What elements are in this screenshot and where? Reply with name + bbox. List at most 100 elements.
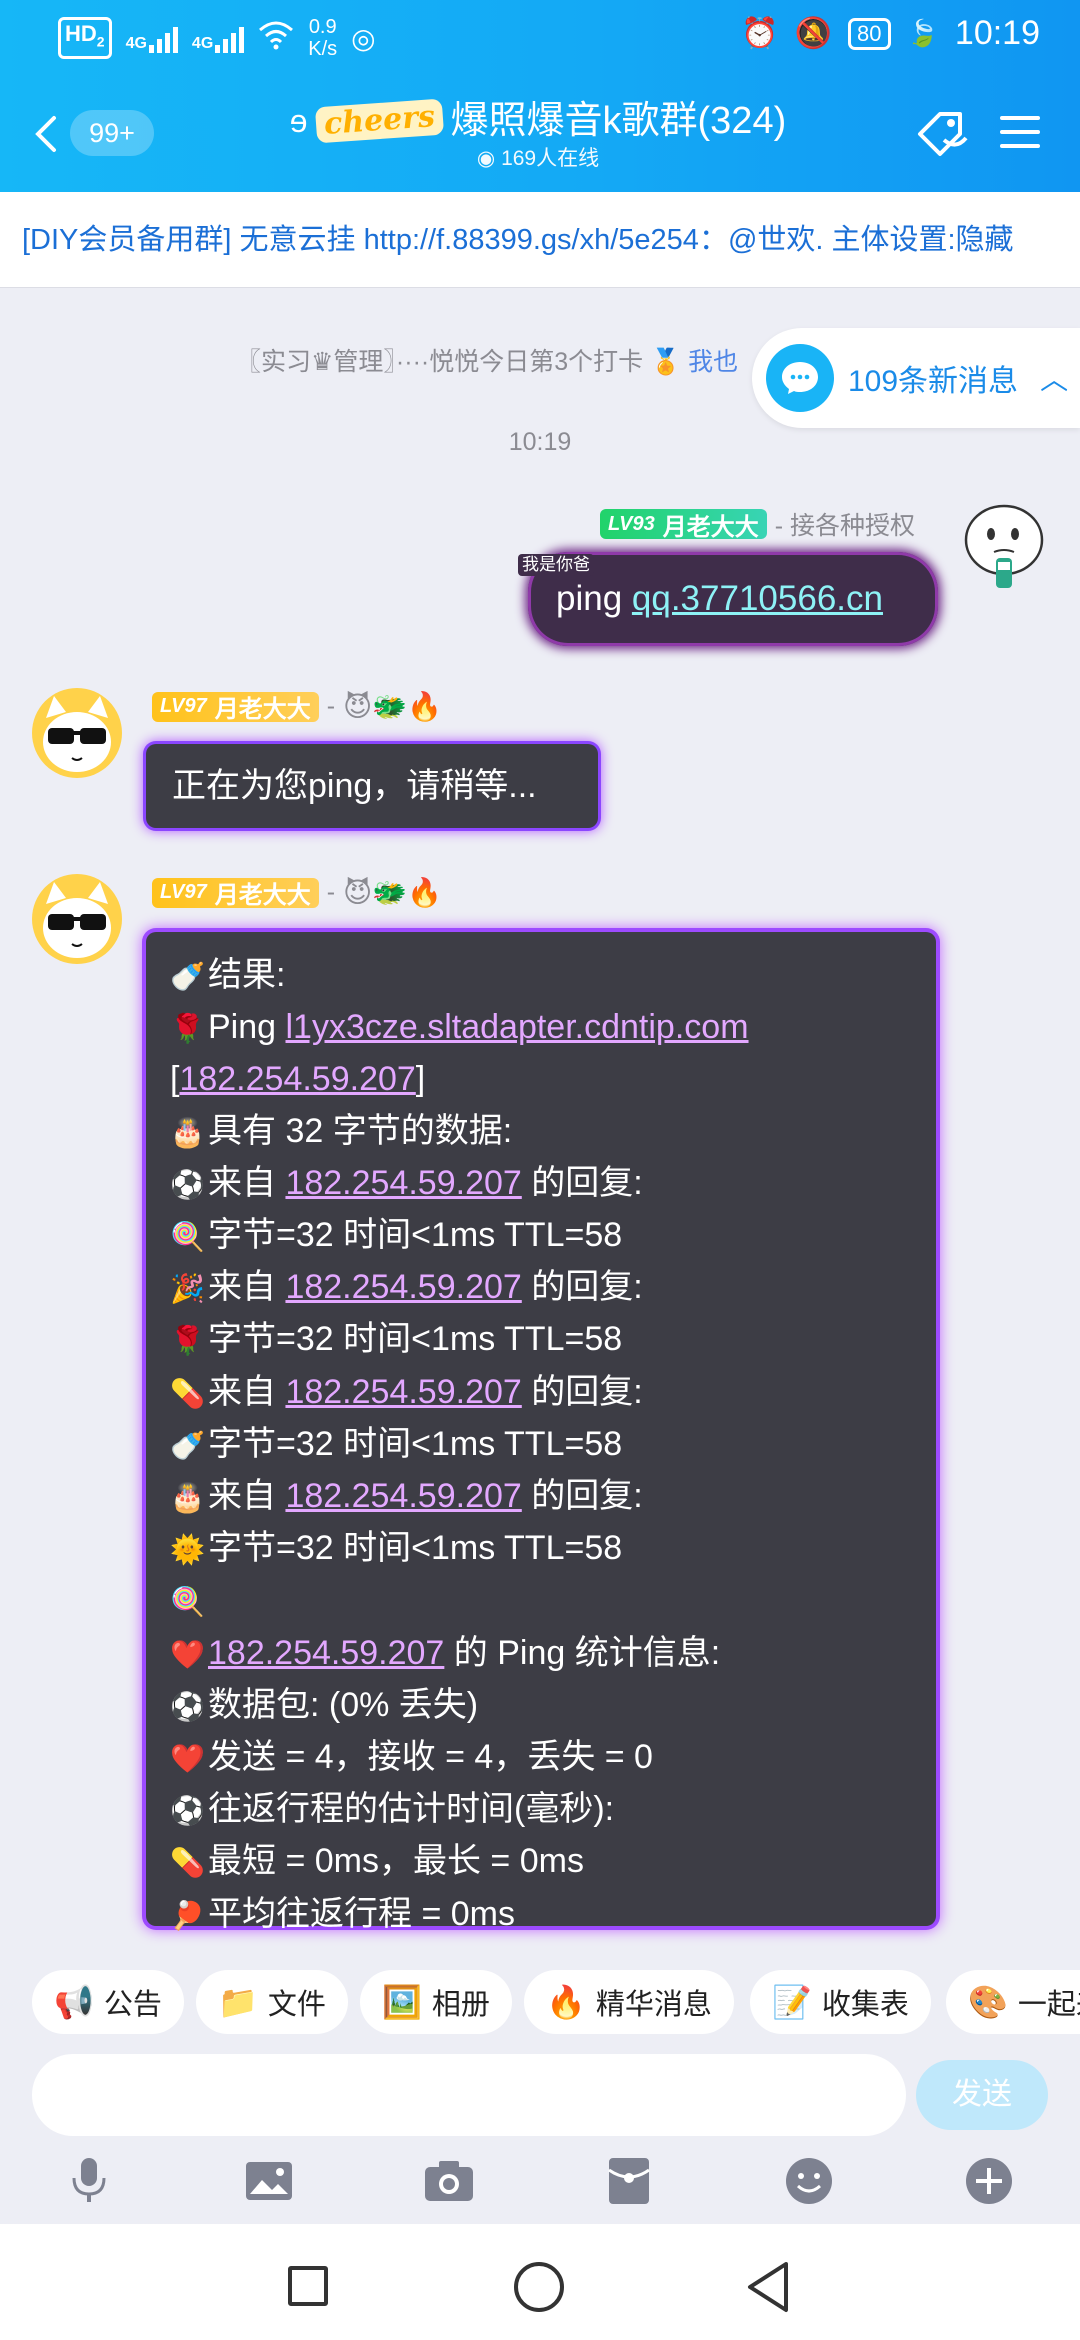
line-emoji-icon: ❤️ — [170, 1638, 205, 1670]
send-button[interactable]: 发送 — [916, 2060, 1048, 2130]
title-area[interactable]: ɘ cheers 爆照爆音k歌群(324) ◉ 169人在线 — [228, 96, 848, 172]
status-bar: HD2 4G 4G 0.9 K/s ◎ ⏰ 🔕 80 🍃 10:19 — [0, 0, 1080, 80]
notice-link[interactable]: 我也 — [688, 348, 738, 376]
chip-label: 一起来 — [1017, 1989, 1080, 2021]
back-chevron-icon[interactable] — [34, 114, 58, 161]
line-emoji-icon: ⚽ — [170, 1168, 205, 1200]
result-line: 🎉来自 182.254.59.207 的回复: — [170, 1262, 936, 1314]
bubble-tag: 我是你爸 — [518, 554, 594, 576]
toolbar-chip[interactable]: 📝 收集表 — [750, 1970, 931, 2034]
tag-link-icon[interactable] — [914, 110, 972, 160]
chip-icon: 🖼️ — [382, 1984, 422, 2020]
line-text: Ping — [208, 1008, 286, 1047]
line-text: 结果: — [208, 956, 286, 994]
result-line: ❤️182.254.59.207 的 Ping 统计信息: — [170, 1628, 936, 1680]
chip-icon: 🔥 — [546, 1984, 586, 2020]
top-header: HD2 4G 4G 0.9K/s ◎ ⏰ 🔕 80 🍃 10:19 99+ ɘ — [0, 0, 1080, 192]
result-line: ⚽来自 182.254.59.207 的回复: — [170, 1158, 936, 1210]
battery-indicator: 80 — [848, 17, 891, 50]
signal-icon — [148, 23, 178, 53]
line-text: 具有 32 字节的数据: — [208, 1111, 513, 1150]
result-line: ❤️发送 = 4，接收 = 4，丢失 = 0 — [170, 1732, 936, 1784]
avatar[interactable] — [32, 688, 122, 778]
result-line: 💊来自 182.254.59.207 的回复: — [170, 1367, 936, 1419]
new-messages-count: 109条新消息 — [848, 365, 1019, 398]
line-text: 字节=32 时间<1ms TTL=58 — [208, 1424, 623, 1463]
group-title-row: ɘ cheers 爆照爆音k歌群(324) — [228, 96, 848, 146]
line-emoji-icon: 🍼 — [170, 1429, 205, 1461]
group-announcement[interactable]: [DIY会员备用群] 无意云挂 http://f.88399.gs/xh/5e2… — [0, 192, 1080, 288]
net-speed: 0.9 K/s — [308, 16, 338, 60]
result-line: 💊最短 = 0ms，最长 = 0ms — [170, 1836, 936, 1888]
line-text: 往返行程的估计时间(毫秒): — [208, 1790, 615, 1829]
line-link[interactable]: 182.254.59.207 — [285, 1164, 521, 1202]
result-line: 🍼结果: — [170, 950, 936, 1002]
message-input[interactable] — [32, 2054, 906, 2136]
avatar[interactable] — [962, 500, 1046, 596]
message-bubble[interactable]: 正在为您ping，请稍等... — [146, 744, 598, 828]
new-messages-pill[interactable]: 109条新消息 ︿ — [752, 328, 1080, 428]
mute-icon: 🔕 — [794, 17, 833, 50]
level-badge: LV97 月老大大 — [152, 877, 319, 909]
line-emoji-icon: ❤️ — [170, 1743, 205, 1775]
toolbar-chip[interactable]: 🖼️ 相册 — [360, 1970, 512, 2034]
line-text: 字节=32 时间<1ms TTL=58 — [208, 1216, 623, 1255]
line-text: 最短 = 0ms，最长 = 0ms — [208, 1842, 584, 1881]
unread-badge[interactable]: 99+ — [70, 110, 154, 156]
title-emojis: 😈🐲🔥 — [343, 691, 442, 722]
line-link[interactable]: 182.254.59.207 — [208, 1634, 444, 1672]
avatar[interactable] — [32, 874, 122, 964]
result-line: 🏓平均往返行程 = 0ms — [170, 1889, 936, 1941]
line-link[interactable]: 182.254.59.207 — [285, 1477, 521, 1515]
line-link[interactable]: 182.254.59.207 — [179, 1060, 415, 1098]
message-bubble[interactable]: 🍼结果: 🌹Ping l1yx3cze.sltadapter.cdntip.com… — [146, 932, 936, 1933]
line-text: 的 Ping 统计信息: — [444, 1633, 721, 1672]
group-title: 爆照爆音k歌群(324) — [450, 100, 787, 142]
toolbar-chip[interactable]: 🎨 一起来 — [946, 1970, 1080, 2034]
line-link[interactable]: l1yx3cze.sltadapter.cdntip.com — [286, 1008, 749, 1046]
toolbar-chip[interactable]: 📁 文件 — [196, 1970, 348, 2034]
line-emoji-icon: 🌞 — [170, 1534, 205, 1566]
home-button[interactable] — [514, 2262, 564, 2312]
line-text: 字节=32 时间<1ms TTL=58 — [208, 1320, 623, 1359]
cheers-logo: cheers — [314, 98, 444, 144]
chip-icon: 🎨 — [968, 1984, 1008, 2020]
line-emoji-icon: 🍭 — [170, 1221, 205, 1253]
chip-icon: 📁 — [218, 1984, 258, 2020]
chip-label: 文件 — [267, 1989, 326, 2021]
result-line: 🍭 — [170, 1575, 936, 1627]
image-icon[interactable] — [242, 2154, 296, 2208]
microphone-icon[interactable] — [62, 2154, 116, 2208]
chip-label: 公告 — [103, 1989, 162, 2021]
camera-icon[interactable] — [422, 2154, 476, 2208]
line-emoji-icon: ⚽ — [170, 1795, 205, 1827]
line-link[interactable]: 182.254.59.207 — [285, 1373, 521, 1411]
globe-icon: ◎ — [351, 22, 376, 54]
toolbar-chip[interactable]: 🔥 精华消息 — [524, 1970, 734, 2034]
menu-icon[interactable] — [1000, 116, 1040, 150]
red-packet-icon[interactable] — [602, 2154, 656, 2208]
line-text: 来自 — [208, 1477, 286, 1516]
level-badge: LV97 月老大大 — [152, 691, 319, 723]
plus-icon[interactable] — [962, 2154, 1016, 2208]
level-badge: LV93 月老大大 — [600, 509, 767, 541]
chip-icon: 📢 — [54, 1984, 94, 2020]
line-text: 的回复: — [521, 1268, 643, 1307]
online-count: ◉ 169人在线 — [476, 147, 600, 170]
line-text: 字节=32 时间<1ms TTL=58 — [208, 1529, 623, 1568]
result-line: 🍼字节=32 时间<1ms TTL=58 — [170, 1419, 936, 1471]
line-text: ] — [415, 1060, 426, 1099]
recents-button[interactable] — [288, 2266, 328, 2306]
toolbar-chip[interactable]: 📢 公告 — [32, 1970, 184, 2034]
system-notice: 〖实习♛管理〗····悦悦今日第3个打卡 🏅 我也 — [236, 348, 739, 376]
back-triangle-icon[interactable] — [744, 2260, 792, 2319]
status-right: ⏰ 🔕 80 🍃 10:19 — [741, 14, 1040, 53]
line-link[interactable]: 182.254.59.207 — [285, 1268, 521, 1306]
message-meta: LV97 月老大大 - 😈🐲🔥 — [152, 876, 442, 909]
line-text: 的回复: — [521, 1372, 643, 1411]
emoji-icon[interactable] — [782, 2154, 836, 2208]
message-link[interactable]: qq.37710566.cn — [632, 579, 883, 618]
sender-title: - 接各种授权 — [774, 512, 915, 540]
line-text: 来自 — [208, 1268, 286, 1307]
result-line: 🌹Ping l1yx3cze.sltadapter.cdntip.com — [170, 1002, 936, 1054]
